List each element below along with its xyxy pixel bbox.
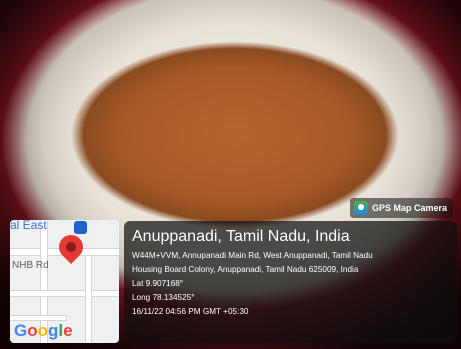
gps-map-camera-badge: GPS Map Camera (350, 198, 454, 218)
map-label-top: al East (10, 220, 47, 232)
map-road (85, 255, 92, 343)
address-line-1: W44M+VVM, Annupanadi Main Rd, West Anupp… (132, 251, 373, 260)
map-road (10, 290, 119, 297)
location-info-panel: Anuppanadi, Tamil Nadu, India W44M+VVM, … (124, 221, 457, 343)
address-line-2: Housing Board Colony, Anuppanadi, Tamil … (132, 265, 359, 274)
map-label-road: NHB Rd (12, 260, 49, 271)
gps-map-camera-icon (354, 201, 368, 215)
timestamp: 16/11/22 04:56 PM GMT +05:30 (132, 307, 249, 316)
google-logo: Google (14, 321, 73, 340)
badge-label: GPS Map Camera (372, 203, 448, 213)
longitude: Long 78.134525° (132, 293, 195, 302)
latitude: Lat 9.907168° (132, 279, 184, 288)
map-thumbnail: al East NHB Rd Google (10, 220, 119, 343)
bus-stop-icon (74, 221, 87, 234)
location-pin-center (66, 242, 76, 252)
location-title: Anuppanadi, Tamil Nadu, India (132, 228, 350, 245)
